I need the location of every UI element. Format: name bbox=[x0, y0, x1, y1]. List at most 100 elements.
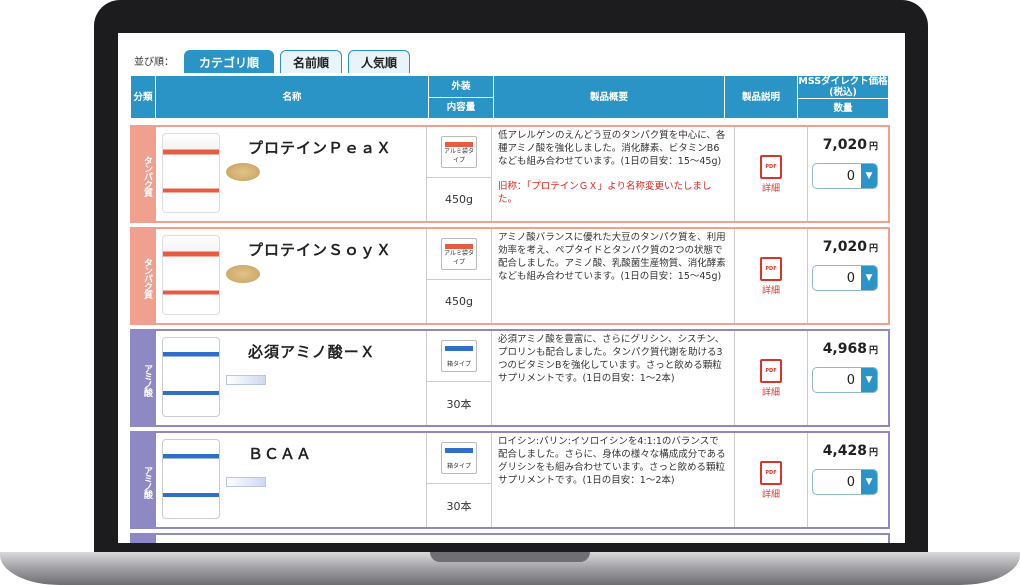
product-name[interactable]: プロテインＰｅａＸ bbox=[248, 137, 392, 158]
quantity-select[interactable]: 0 ▼ bbox=[812, 367, 878, 393]
product-name[interactable]: 必須アミノ酸ーＸ bbox=[248, 341, 376, 362]
pdf-icon[interactable]: PDF bbox=[760, 256, 782, 281]
package-icon: 箱タイプ bbox=[441, 340, 477, 372]
quantity-value[interactable]: 0 bbox=[813, 470, 861, 494]
name-cell[interactable]: プロテインＰｅａＸ bbox=[156, 127, 426, 221]
header-price-top: MSSダイレクト価格(税込) bbox=[798, 76, 888, 98]
product-thumbnail bbox=[226, 477, 266, 487]
product-box: プロテインＰｅａＸ アルミ袋タイプ 450g 低アレルゲンのえんどう豆のタンパク… bbox=[154, 125, 890, 223]
category-cell: タンパク質 bbox=[130, 227, 154, 325]
package-type: 箱タイプ bbox=[427, 331, 491, 382]
product-image[interactable] bbox=[162, 439, 220, 519]
quantity-value[interactable]: 0 bbox=[813, 164, 861, 188]
package-icon: アルミ袋タイプ bbox=[441, 238, 477, 270]
price-text: 7,020 円 bbox=[822, 137, 878, 153]
yen-unit: 円 bbox=[868, 346, 878, 356]
header-price: MSSダイレクト価格(税込) 数量 bbox=[798, 76, 889, 118]
manual-cell[interactable]: PDF 詳細 bbox=[734, 331, 808, 425]
pdf-detail-link[interactable]: 詳細 bbox=[762, 283, 780, 296]
tab-name[interactable]: 名前順 bbox=[280, 50, 343, 73]
package-stripe bbox=[445, 346, 473, 351]
pdf-icon[interactable]: PDF bbox=[760, 358, 782, 383]
chevron-down-icon[interactable]: ▼ bbox=[861, 470, 877, 494]
quantity-select[interactable]: 0 ▼ bbox=[812, 469, 878, 495]
quantity-value[interactable]: 0 bbox=[813, 266, 861, 290]
name-cell[interactable]: ＢＣＡＡ bbox=[156, 433, 426, 527]
manual-cell[interactable]: PDF 詳細 bbox=[734, 229, 808, 323]
price-cell: 4,968 円 0 ▼ bbox=[808, 331, 888, 425]
tab-popular[interactable]: 人気順 bbox=[348, 50, 411, 73]
table-header: 分類 名称 外装 内容量 製品概要 製品説明 MSSダイレクト価格(税込) 数量 bbox=[130, 75, 890, 119]
summary-cell: ロイシン:バリン:イソロイシンを4:1:1のバランスで配合しました。さらに、身体… bbox=[492, 433, 734, 527]
quantity-select[interactable]: 0 ▼ bbox=[812, 265, 878, 291]
screen: 並び順： カテゴリ順 名前順 人気順 分類 名称 外装 内容量 製品概要 製品説… bbox=[118, 33, 905, 543]
header-packaging-bottom: 内容量 bbox=[429, 96, 493, 119]
packaging-cell: 箱タイプ 30本 bbox=[426, 331, 492, 425]
product-box bbox=[154, 533, 890, 543]
package-label: 箱タイプ bbox=[446, 463, 471, 470]
tab-category[interactable]: カテゴリ順 bbox=[184, 50, 275, 73]
package-label: アルミ袋タイプ bbox=[444, 148, 474, 164]
product-image[interactable] bbox=[162, 337, 220, 417]
package-icon: アルミ袋タイプ bbox=[441, 136, 477, 168]
yen-unit: 円 bbox=[868, 448, 878, 458]
yen-unit: 円 bbox=[868, 142, 878, 152]
summary-cell: 必須アミノ酸を豊富に、さらにグリシン、シスチン、プロリンも配合しました。タンパク… bbox=[492, 331, 734, 425]
pdf-icon[interactable]: PDF bbox=[760, 154, 782, 179]
chevron-down-icon[interactable]: ▼ bbox=[861, 164, 877, 188]
pdf-detail-link[interactable]: 詳細 bbox=[762, 487, 780, 500]
summary-text: アミノ酸バランスに優れた大豆のタンパク質を、利用効率を考え、ペプタイドとタンパク… bbox=[498, 232, 726, 282]
name-cell[interactable]: プロテインＳｏｙＸ bbox=[156, 229, 426, 323]
pdf-detail-link[interactable]: 詳細 bbox=[762, 181, 780, 194]
category-cell: アミノ酸 bbox=[130, 329, 154, 427]
header-manual: 製品説明 bbox=[725, 76, 798, 118]
chevron-down-icon[interactable]: ▼ bbox=[861, 368, 877, 392]
content-amount: 30本 bbox=[446, 499, 472, 513]
product-box: ＢＣＡＡ 箱タイプ 30本 ロイシン:バリン:イソロイシンを4:1:1のバランス… bbox=[154, 431, 890, 529]
header-category: 分類 bbox=[131, 76, 156, 118]
product-thumbnail bbox=[226, 265, 260, 283]
product-name[interactable]: プロテインＳｏｙＸ bbox=[248, 239, 392, 260]
summary-text: 低アレルゲンのえんどう豆のタンパク質を中心に、各種アミノ酸を強化しました。消化酵… bbox=[498, 130, 726, 167]
table-row: アミノ酸 必須アミノ酸ーＸ 箱タイプ 30本 必須アミノ酸を豊富に、さらにグリシ… bbox=[130, 329, 890, 427]
quantity-select[interactable]: 0 ▼ bbox=[812, 163, 878, 189]
summary-cell: 低アレルゲンのえんどう豆のタンパク質を中心に、各種アミノ酸を強化しました。消化酵… bbox=[492, 127, 734, 221]
product-thumbnail bbox=[226, 375, 266, 385]
chevron-down-icon[interactable]: ▼ bbox=[861, 266, 877, 290]
category-cell: アミノ酸 bbox=[130, 431, 154, 529]
sort-bar: 並び順： カテゴリ順 名前順 人気順 bbox=[134, 49, 411, 73]
product-thumbnail bbox=[226, 163, 260, 181]
package-icon: 箱タイプ bbox=[441, 442, 477, 474]
price-text: 7,020 円 bbox=[822, 239, 878, 255]
price-cell: 7,020 円 0 ▼ bbox=[808, 127, 888, 221]
package-type: アルミ袋タイプ bbox=[427, 127, 491, 178]
table-row: アミノ酸 ＢＣＡＡ 箱タイプ 30本 ロイシン:バリン:イソロイシンを4:1:1… bbox=[130, 431, 890, 529]
pdf-detail-link[interactable]: 詳細 bbox=[762, 385, 780, 398]
yen-unit: 円 bbox=[868, 244, 878, 254]
product-image[interactable] bbox=[162, 235, 220, 315]
content-amount: 450g bbox=[445, 295, 473, 308]
header-summary: 製品概要 bbox=[494, 76, 725, 118]
packaging-cell: 箱タイプ 30本 bbox=[426, 433, 492, 527]
price-text: 4,968 円 bbox=[822, 341, 878, 357]
manual-cell[interactable]: PDF 詳細 bbox=[734, 433, 808, 527]
summary-cell: アミノ酸バランスに優れた大豆のタンパク質を、利用効率を考え、ペプタイドとタンパク… bbox=[492, 229, 734, 323]
header-packaging-top: 外装 bbox=[451, 80, 471, 92]
product-image[interactable] bbox=[162, 133, 220, 213]
manual-cell[interactable]: PDF 詳細 bbox=[734, 127, 808, 221]
table-row: タンパク質 プロテインＳｏｙＸ アルミ袋タイプ 450g アミノ酸バランスに優れ… bbox=[130, 227, 890, 325]
table-row-partial: ア bbox=[130, 533, 890, 543]
pdf-icon[interactable]: PDF bbox=[760, 460, 782, 485]
sort-label: 並び順： bbox=[134, 57, 174, 68]
package-type: アルミ袋タイプ bbox=[427, 229, 491, 280]
summary-text: ロイシン:バリン:イソロイシンを4:1:1のバランスで配合しました。さらに、身体… bbox=[498, 436, 726, 486]
price-text: 4,428 円 bbox=[822, 443, 878, 459]
header-price-bottom: 数量 bbox=[798, 98, 888, 118]
name-cell[interactable]: 必須アミノ酸ーＸ bbox=[156, 331, 426, 425]
category-cell: ア bbox=[130, 533, 154, 543]
quantity-value[interactable]: 0 bbox=[813, 368, 861, 392]
content-amount: 30本 bbox=[446, 397, 472, 411]
product-name[interactable]: ＢＣＡＡ bbox=[248, 443, 312, 464]
header-name: 名称 bbox=[156, 76, 429, 118]
product-box: 必須アミノ酸ーＸ 箱タイプ 30本 必須アミノ酸を豊富に、さらにグリシン、シスチ… bbox=[154, 329, 890, 427]
